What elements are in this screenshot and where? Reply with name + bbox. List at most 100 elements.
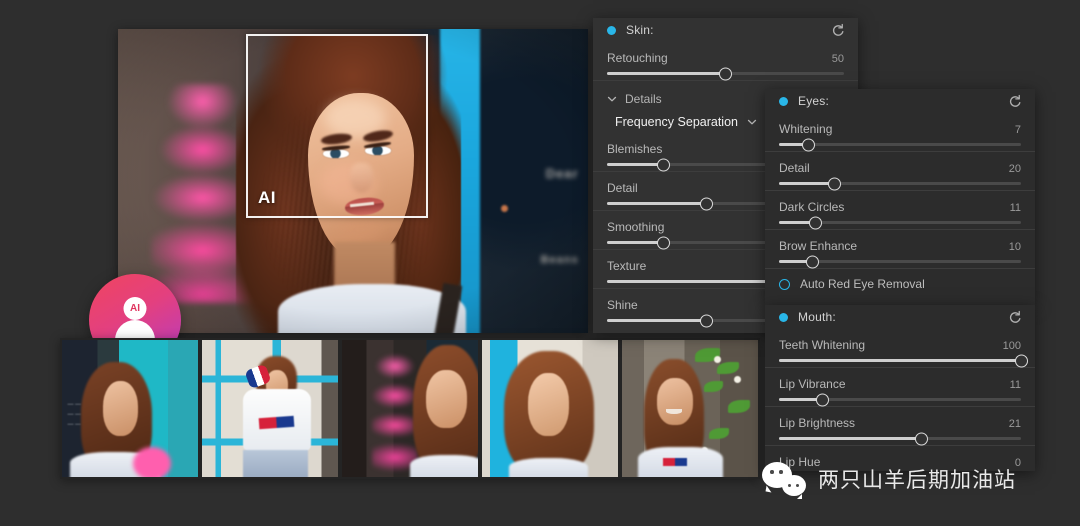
thumb-jeans [242, 449, 309, 477]
thumb-flower [733, 375, 741, 383]
slider-knob[interactable] [915, 432, 929, 445]
slider-knob[interactable] [700, 314, 714, 327]
thumbnail-item[interactable] [622, 340, 758, 477]
chevron-down-icon [747, 117, 757, 127]
watermark: 两只山羊后期加油站 [762, 462, 1016, 499]
mouth-toggle-dot[interactable] [779, 312, 788, 322]
slider-knob[interactable] [808, 216, 822, 229]
reset-icon[interactable] [1007, 93, 1023, 109]
slider-track[interactable] [779, 255, 1021, 268]
radio-icon[interactable] [779, 278, 790, 290]
wechat-bubble-small [782, 475, 806, 499]
reset-icon[interactable] [1007, 309, 1023, 325]
slider-fill [779, 182, 835, 185]
slider-fill [607, 202, 707, 205]
panel-eyes[interactable]: Eyes: Whitening 7 Detail 20 Dark Circles… [765, 89, 1035, 305]
watermark-text: 两只山羊后期加油站 [818, 468, 1016, 492]
face-box-label: AI [258, 188, 276, 207]
slider-label: Brow Enhance [779, 239, 858, 253]
slider-value: 10 [1008, 241, 1021, 253]
thumb-shirt [509, 457, 589, 477]
slider-header: Lip Vibrance 11 [779, 368, 1021, 398]
slider-fill [607, 72, 726, 75]
thumbnail-item[interactable] [202, 340, 338, 477]
thumb-pink-blob [132, 446, 171, 477]
wechat-eye [779, 470, 783, 474]
slider-knob[interactable] [719, 67, 732, 80]
slider-value: 11 [1009, 202, 1021, 214]
slider-knob[interactable] [816, 393, 830, 406]
thumb-face [426, 370, 468, 428]
wechat-eye [787, 483, 791, 487]
slider-knob[interactable] [828, 177, 842, 190]
thumb-face [102, 381, 139, 436]
slider-label: Whitening [779, 122, 833, 136]
slider-track[interactable] [779, 216, 1021, 229]
slider-track[interactable] [779, 393, 1021, 406]
thumbnail-item[interactable]: — — — — — — [62, 340, 198, 477]
mouth-title: Mouth: [798, 310, 836, 324]
person-icon: AI [112, 297, 158, 343]
slider-knob[interactable] [1014, 354, 1028, 367]
slider-header: Teeth Whitening 100 [779, 329, 1021, 359]
slider-row-teeth-whitening[interactable]: Teeth Whitening 100 [765, 329, 1035, 367]
thumbnail-strip[interactable]: — — — — — — [60, 338, 760, 479]
slider-knob[interactable] [801, 138, 815, 151]
slider-knob[interactable] [657, 158, 671, 171]
slider-row-dark-circles[interactable]: Dark Circles 11 [765, 191, 1035, 229]
slider-row-whitening[interactable]: Whitening 7 [765, 113, 1035, 151]
slider-row-retouching[interactable]: Retouching 50 [593, 42, 858, 80]
slider-track[interactable] [779, 354, 1028, 367]
face-detection-box[interactable]: AI [246, 34, 428, 218]
skin-toggle-dot[interactable] [607, 25, 616, 35]
app-root: Dear Beans AI AI [0, 0, 1080, 526]
slider-label: Dark Circles [779, 200, 845, 214]
slider-label: Retouching [607, 51, 668, 65]
thumb-pink-tree [371, 353, 419, 477]
thumb-sweatshirt-logo [258, 415, 295, 429]
reset-icon[interactable] [830, 22, 846, 38]
slider-row-lip-vibrance[interactable]: Lip Vibrance 11 [765, 368, 1035, 406]
slider-row-brow-enhance[interactable]: Brow Enhance 10 [765, 230, 1035, 268]
slider-label: Lip Vibrance [779, 377, 846, 391]
auto-red-eye-removal-checkbox[interactable]: Auto Red Eye Removal [765, 269, 1035, 300]
slider-value: 20 [1008, 163, 1021, 175]
slider-track[interactable] [779, 177, 1021, 190]
slider-label: Teeth Whitening [779, 338, 866, 352]
slider-label: Blemishes [607, 142, 663, 156]
thumb-face [528, 372, 570, 436]
thumb-face [657, 378, 693, 425]
slider-value: 50 [831, 53, 844, 65]
slider-knob[interactable] [657, 236, 671, 249]
thumb-shirt-logo [662, 457, 688, 467]
slider-fill [607, 319, 707, 322]
slider-track[interactable] [779, 138, 1021, 151]
eyes-title: Eyes: [798, 94, 830, 108]
slider-track[interactable] [779, 432, 1021, 445]
thumb-window-text: — — — — — — [67, 402, 82, 429]
slider-label: Detail [779, 161, 810, 175]
slider-track[interactable] [607, 67, 844, 80]
details-label: Details [625, 92, 662, 106]
dropdown-value: Frequency Separation [615, 115, 738, 129]
slider-knob[interactable] [700, 197, 714, 210]
slider-fill [779, 359, 1021, 362]
slider-label: Lip Brightness [779, 416, 856, 430]
eyes-toggle-dot[interactable] [779, 96, 788, 106]
skin-title: Skin: [626, 23, 654, 37]
chevron-down-icon [607, 94, 617, 104]
slider-label: Detail [607, 181, 638, 195]
slider-row-lip-brightness[interactable]: Lip Brightness 21 [765, 407, 1035, 445]
thumbnail-item[interactable] [482, 340, 618, 477]
slider-value: 21 [1008, 418, 1021, 430]
slider-value: 100 [1002, 340, 1021, 352]
thumbnail-item[interactable] [342, 340, 478, 477]
slider-fill [607, 241, 664, 244]
slider-header: Detail 20 [779, 152, 1021, 182]
slider-row-eye-detail[interactable]: Detail 20 [765, 152, 1035, 190]
panel-mouth[interactable]: Mouth: Teeth Whitening 100 Lip Vibrance … [765, 305, 1035, 471]
slider-knob[interactable] [806, 255, 820, 268]
thumb-shirt [410, 455, 478, 477]
wechat-icon [762, 462, 806, 499]
mouth-section-header: Mouth: [765, 305, 1035, 329]
